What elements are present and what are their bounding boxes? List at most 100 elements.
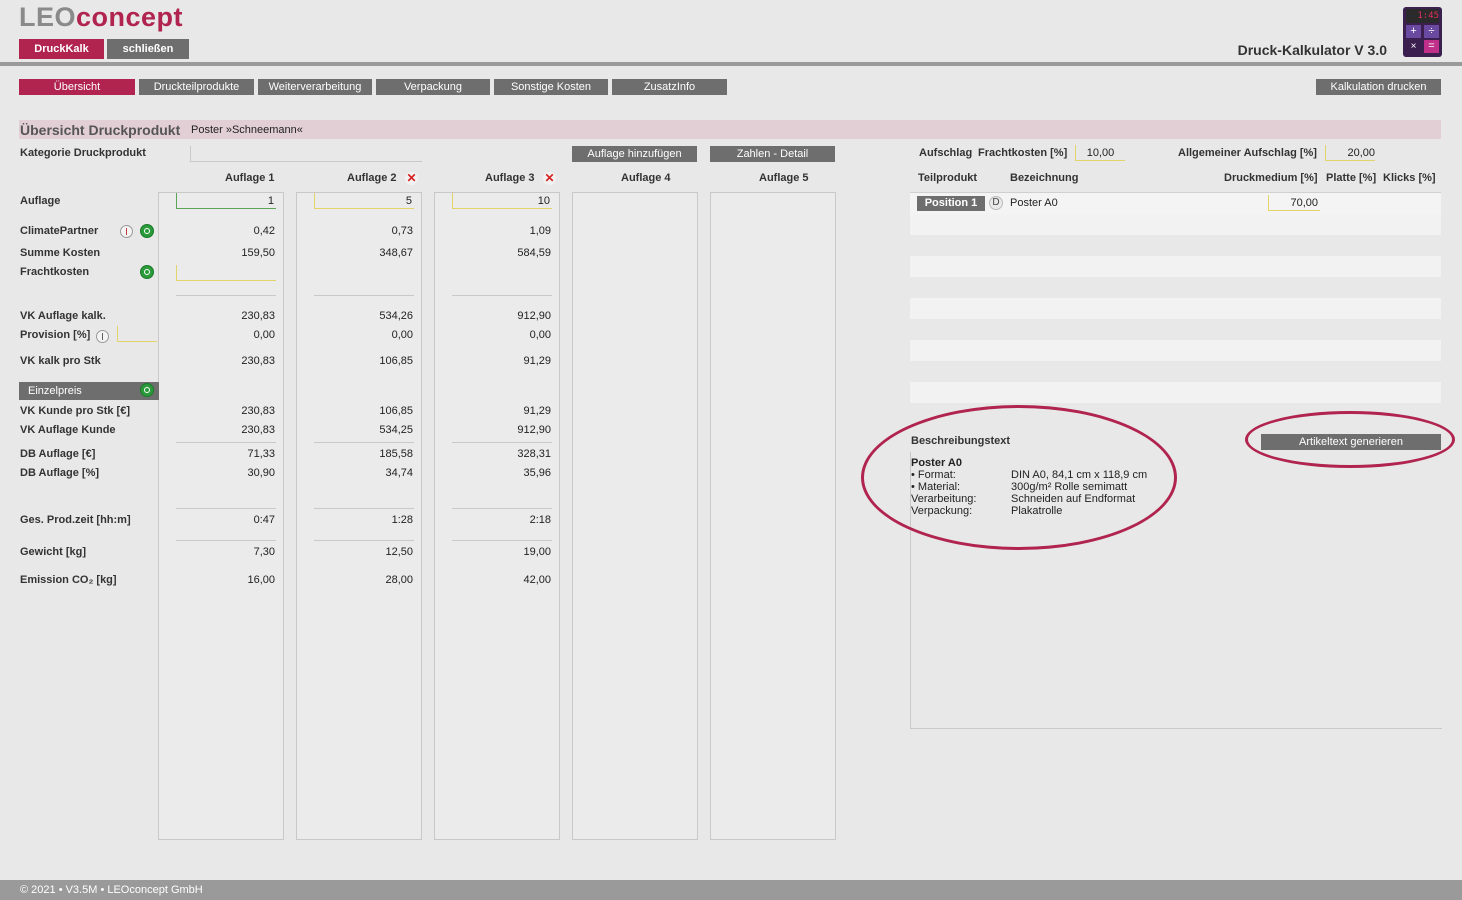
druckkalk-button[interactable]: DruckKalk	[19, 39, 104, 59]
auflage-1-input[interactable]: 1	[176, 193, 276, 209]
tab-druckteilprodukte[interactable]: Druckteilprodukte	[139, 79, 254, 95]
fracht-input-1[interactable]	[176, 265, 276, 281]
gewicht-value-2: 12,50	[385, 546, 413, 558]
header-platte: Platte [%]	[1326, 172, 1377, 184]
einzelpreis-refresh-icon[interactable]	[140, 383, 154, 397]
aufschlag-label: Aufschlag	[919, 147, 973, 159]
section-title: Übersicht Druckprodukt	[20, 122, 181, 138]
provision-info-icon[interactable]: I	[96, 330, 109, 343]
table-row	[910, 256, 1441, 277]
prodzeit-value-3: 2:18	[529, 514, 551, 526]
remove-auflage-2-icon[interactable]: ✕	[405, 172, 418, 185]
table-row	[910, 298, 1441, 319]
info-icon[interactable]: I	[120, 225, 133, 238]
print-calculation-button[interactable]: Kalkulation drucken	[1316, 79, 1441, 95]
tab-uebersicht[interactable]: Übersicht	[19, 79, 135, 95]
kategorie-field[interactable]	[190, 146, 422, 162]
column-header-auflage-2: Auflage 2	[347, 172, 397, 184]
separator	[176, 540, 276, 541]
separator	[176, 295, 276, 296]
vk-auflage-kalk-label: VK Auflage kalk.	[20, 310, 106, 322]
auflage-3-input[interactable]: 10	[452, 193, 552, 209]
emission-label: Emission CO₂ [kg]	[20, 574, 117, 586]
druckmedium-input[interactable]: 70,00	[1268, 195, 1320, 211]
header-druckmedium: Druckmedium [%]	[1224, 172, 1318, 184]
provision-input[interactable]	[117, 326, 157, 342]
auflage-2-input[interactable]: 5	[314, 193, 414, 209]
prodzeit-value-2: 1:28	[391, 514, 413, 526]
table-row	[910, 382, 1441, 403]
gewicht-value-1: 7,30	[253, 546, 275, 558]
vk-auflage-kunde-value-3: 912,90	[517, 424, 551, 436]
vk-auflage-kalk-value-1: 230,83	[241, 310, 275, 322]
summe-value-1: 159,50	[241, 247, 275, 259]
tab-verpackung[interactable]: Verpackung	[376, 79, 490, 95]
vk-auflage-kunde-label: VK Auflage Kunde	[20, 424, 116, 436]
summe-value-3: 584,59	[517, 247, 551, 259]
separator	[314, 442, 414, 443]
close-button[interactable]: schließen	[107, 39, 189, 59]
separator	[314, 508, 414, 509]
separator	[314, 295, 414, 296]
vk-auflage-kalk-value-2: 534,26	[379, 310, 413, 322]
column-header-auflage-5: Auflage 5	[759, 172, 809, 184]
vk-kalk-stk-label: VK kalk pro Stk	[20, 355, 101, 367]
separator	[452, 508, 552, 509]
tab-sonstige-kosten[interactable]: Sonstige Kosten	[494, 79, 608, 95]
vk-kalk-stk-value-3: 91,29	[523, 355, 551, 367]
frachtkosten-pct-input[interactable]: 10,00	[1075, 145, 1125, 161]
footer-bar	[0, 880, 1462, 900]
provision-value-2: 0,00	[391, 329, 413, 341]
auflage-label: Auflage	[20, 195, 61, 207]
separator	[452, 540, 552, 541]
emission-value-2: 28,00	[385, 574, 413, 586]
db-pct-value-1: 30,90	[247, 467, 275, 479]
provision-label: Provision [%]	[20, 329, 91, 341]
frachtkosten-refresh-icon[interactable]	[140, 265, 154, 279]
table-row	[910, 214, 1441, 235]
product-name: Poster »Schneemann«	[191, 124, 303, 136]
header-teilprodukt: Teilprodukt	[918, 172, 978, 184]
header-divider	[0, 62, 1462, 66]
climatepartner-label: ClimatePartner	[20, 225, 99, 237]
footer-text: © 2021 • V3.5M • LEOconcept GmbH	[20, 884, 203, 896]
auflage-4-column	[572, 192, 698, 840]
position-name: Poster A0	[1010, 197, 1058, 209]
emission-value-3: 42,00	[523, 574, 551, 586]
position-d-icon[interactable]: D	[989, 196, 1003, 210]
add-auflage-button[interactable]: Auflage hinzufügen	[572, 146, 697, 162]
vk-kunde-stk-value-3: 91,29	[523, 405, 551, 417]
highlight-oval-artikel-button	[1245, 411, 1455, 468]
summe-kosten-label: Summe Kosten	[20, 247, 101, 259]
einzelpreis-button[interactable]: Einzelpreis	[19, 382, 159, 400]
climate-value-3: 1,09	[529, 225, 551, 237]
zahlen-detail-button[interactable]: Zahlen - Detail	[710, 146, 835, 162]
calculator-icon[interactable]: 1:45 + ÷ × =	[1403, 7, 1442, 57]
column-header-auflage-3: Auflage 3	[485, 172, 535, 184]
separator	[452, 295, 552, 296]
db-auflage-pct-label: DB Auflage [%]	[20, 467, 100, 479]
separator	[314, 540, 414, 541]
allg-aufschlag-label: Allgemeiner Aufschlag [%]	[1178, 147, 1317, 159]
emission-value-1: 16,00	[247, 574, 275, 586]
frachtkosten-label: Frachtkosten	[20, 266, 90, 278]
tab-weiterverarbeitung[interactable]: Weiterverarbeitung	[258, 79, 372, 95]
provision-value-1: 0,00	[253, 329, 275, 341]
remove-auflage-3-icon[interactable]: ✕	[543, 172, 556, 185]
position-1-button[interactable]: Position 1	[917, 196, 985, 211]
leoconcept-logo: LEOconcept	[19, 2, 184, 32]
tab-zusatzinfo[interactable]: ZusatzInfo	[612, 79, 727, 95]
frachtkosten-pct-label: Frachtkosten [%]	[978, 147, 1068, 159]
climatepartner-refresh-icon[interactable]	[140, 224, 154, 238]
vk-auflage-kunde-value-2: 534,25	[379, 424, 413, 436]
allg-aufschlag-input[interactable]: 20,00	[1325, 145, 1375, 161]
column-header-auflage-1: Auflage 1	[225, 172, 275, 184]
vk-auflage-kalk-value-3: 912,90	[517, 310, 551, 322]
app-title: Druck-Kalkulator V 3.0	[1237, 42, 1387, 58]
gewicht-value-3: 19,00	[523, 546, 551, 558]
db-eur-value-3: 328,31	[517, 448, 551, 460]
highlight-oval-description	[861, 405, 1177, 550]
provision-value-3: 0,00	[529, 329, 551, 341]
climate-value-2: 0,73	[391, 225, 413, 237]
prodzeit-label: Ges. Prod.zeit [hh:m]	[20, 514, 131, 526]
